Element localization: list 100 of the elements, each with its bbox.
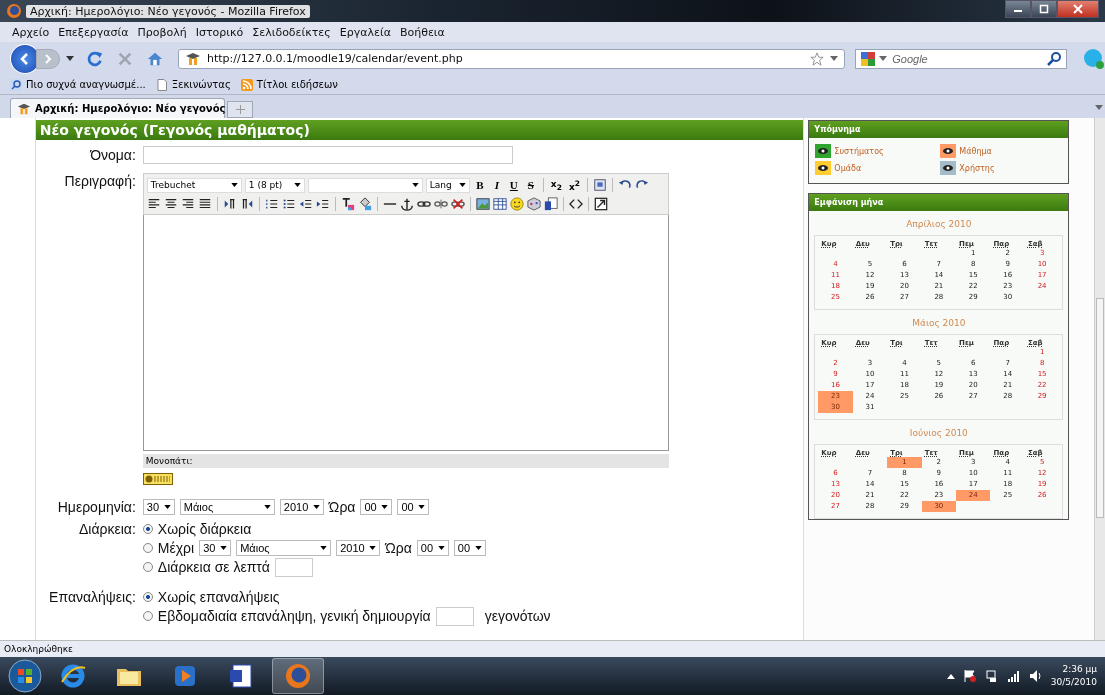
- star-icon[interactable]: [810, 51, 825, 66]
- fullscreen-icon[interactable]: [593, 197, 608, 211]
- hour-select[interactable]: 00: [360, 499, 393, 515]
- size-dropdown[interactable]: 1 (8 pt): [244, 177, 305, 193]
- reload-icon[interactable]: [85, 49, 104, 68]
- menu-item[interactable]: Προβολή: [137, 25, 187, 39]
- forward-button[interactable]: [35, 48, 60, 69]
- network-icon[interactable]: [984, 669, 999, 683]
- caret-icon: [474, 546, 482, 550]
- rss-icon: [240, 78, 253, 91]
- colored-squares-icon[interactable]: [860, 50, 877, 67]
- caret-icon: [312, 505, 320, 509]
- bookmark-link[interactable]: Τίτλοι ειδήσεων: [256, 79, 338, 90]
- radio-button[interactable]: [142, 562, 153, 572]
- day-select[interactable]: 30: [142, 499, 175, 515]
- indent-icon[interactable]: [315, 197, 330, 211]
- month-select[interactable]: Μάιος: [236, 540, 332, 556]
- radio-button[interactable]: [142, 611, 153, 621]
- address-field[interactable]: http://127.0.0.1/moodle19/calendar/event.php: [177, 48, 846, 69]
- radio-button[interactable]: [142, 592, 153, 602]
- superscript-button[interactable]: x$^{2}$: [566, 177, 582, 193]
- numbered-list-icon[interactable]: [264, 197, 279, 211]
- day-select[interactable]: 30: [199, 540, 232, 556]
- name-field[interactable]: [142, 146, 513, 164]
- radio-button[interactable]: [142, 543, 153, 553]
- broken-link-icon[interactable]: [433, 197, 448, 211]
- close-icon: [1073, 4, 1083, 14]
- left-to-right-icon[interactable]: [222, 197, 237, 211]
- justify-icon[interactable]: [197, 197, 212, 211]
- browser-icon: [59, 662, 87, 690]
- firefox-icon: [6, 3, 22, 19]
- bullet-list-icon[interactable]: [281, 197, 296, 211]
- text-color-icon[interactable]: [340, 197, 355, 211]
- option-label: Εβδομαδιαία επανάληψη, γενική δημιουργία: [157, 608, 431, 624]
- menu-item[interactable]: Αρχείο: [12, 25, 50, 39]
- anchor-icon[interactable]: [399, 197, 414, 211]
- flag-icon[interactable]: [962, 669, 977, 683]
- legend-label: Μάθημα: [959, 146, 992, 156]
- year-select[interactable]: 2010: [336, 540, 381, 556]
- start-button[interactable]: [8, 659, 42, 693]
- search-box[interactable]: Google: [855, 48, 1067, 69]
- cube-icon[interactable]: [526, 197, 541, 211]
- outdent-icon[interactable]: [298, 197, 313, 211]
- legend-label: Χρήστης: [959, 163, 995, 173]
- speaker-icon[interactable]: [1028, 669, 1043, 683]
- align-center-icon[interactable]: [163, 197, 178, 211]
- option-label: Διάρκεια σε λεπτά: [157, 559, 270, 575]
- scrollbar[interactable]: [1094, 118, 1105, 640]
- time-label: Ώρα: [328, 499, 356, 515]
- paste-icon[interactable]: [592, 178, 607, 192]
- minute-select[interactable]: 00: [397, 499, 430, 515]
- document-icon[interactable]: [543, 197, 558, 211]
- menu-item[interactable]: Επεξεργασία: [58, 25, 129, 39]
- bookmark-link[interactable]: Πιο συχνά αναγνωσμέ...: [26, 79, 146, 90]
- subscript-button[interactable]: x$_{2}$: [548, 177, 564, 193]
- hour-select[interactable]: 00: [416, 540, 449, 556]
- dropdown-arrow-icon[interactable]: [879, 56, 888, 61]
- close-button[interactable]: [1057, 0, 1099, 18]
- minute-select[interactable]: 00: [453, 540, 486, 556]
- signal-icon[interactable]: [1006, 669, 1021, 683]
- maximize-button[interactable]: [1031, 0, 1057, 18]
- plus-icon: [235, 105, 245, 114]
- radio-button[interactable]: [142, 524, 153, 534]
- up-arrow-icon[interactable]: [946, 673, 955, 679]
- dropdown-arrow-icon[interactable]: [65, 56, 74, 61]
- align-left-icon[interactable]: [146, 197, 161, 211]
- bookmark-link[interactable]: Ξεκινώντας: [171, 79, 231, 90]
- menu-item[interactable]: Σελιδοδείκτες: [252, 25, 331, 39]
- smiley-icon[interactable]: [509, 197, 524, 211]
- dropdown-arrow-icon[interactable]: [1095, 105, 1103, 110]
- font-dropdown[interactable]: Trebuchet: [146, 177, 242, 193]
- unlink-icon[interactable]: [450, 197, 465, 211]
- menu-item[interactable]: Εργαλεία: [339, 25, 391, 39]
- bold-button[interactable]: B: [472, 177, 487, 193]
- dropdown-arrow-icon[interactable]: [830, 56, 839, 61]
- browser-tab[interactable]: Αρχική: Ημερολόγιο: Νέο γεγονός: [10, 98, 225, 118]
- minimize-button[interactable]: [1005, 0, 1031, 18]
- strikethrough-button[interactable]: S: [523, 177, 538, 193]
- search-icon[interactable]: [1046, 50, 1062, 67]
- count-field[interactable]: [435, 606, 474, 626]
- year-select[interactable]: 2010: [279, 499, 324, 515]
- table-icon[interactable]: [492, 197, 507, 211]
- option-label: Χωρίς διάρκεια: [157, 521, 252, 537]
- align-right-icon[interactable]: [180, 197, 195, 211]
- minutes-field[interactable]: [274, 557, 313, 577]
- paint-bucket-icon[interactable]: [357, 197, 372, 211]
- italic-button[interactable]: I: [489, 177, 504, 193]
- image-icon[interactable]: [475, 197, 490, 211]
- month-select[interactable]: Μάιος: [179, 499, 275, 515]
- clock[interactable]: 2:36 μμ 30/5/2010: [1050, 663, 1097, 689]
- help-icon[interactable]: [142, 473, 173, 485]
- underline-button[interactable]: U: [506, 177, 521, 193]
- firefox-icon: [284, 662, 312, 690]
- path-label: Μονοπάτι:: [145, 456, 193, 466]
- caret-icon: [220, 546, 228, 550]
- menu-item[interactable]: Ιστορικό: [195, 25, 244, 39]
- menu-item[interactable]: Βοήθεια: [399, 25, 445, 39]
- code-icon[interactable]: [568, 197, 583, 211]
- caret-icon: [418, 505, 426, 509]
- language-dropdown[interactable]: Lang: [425, 177, 470, 193]
